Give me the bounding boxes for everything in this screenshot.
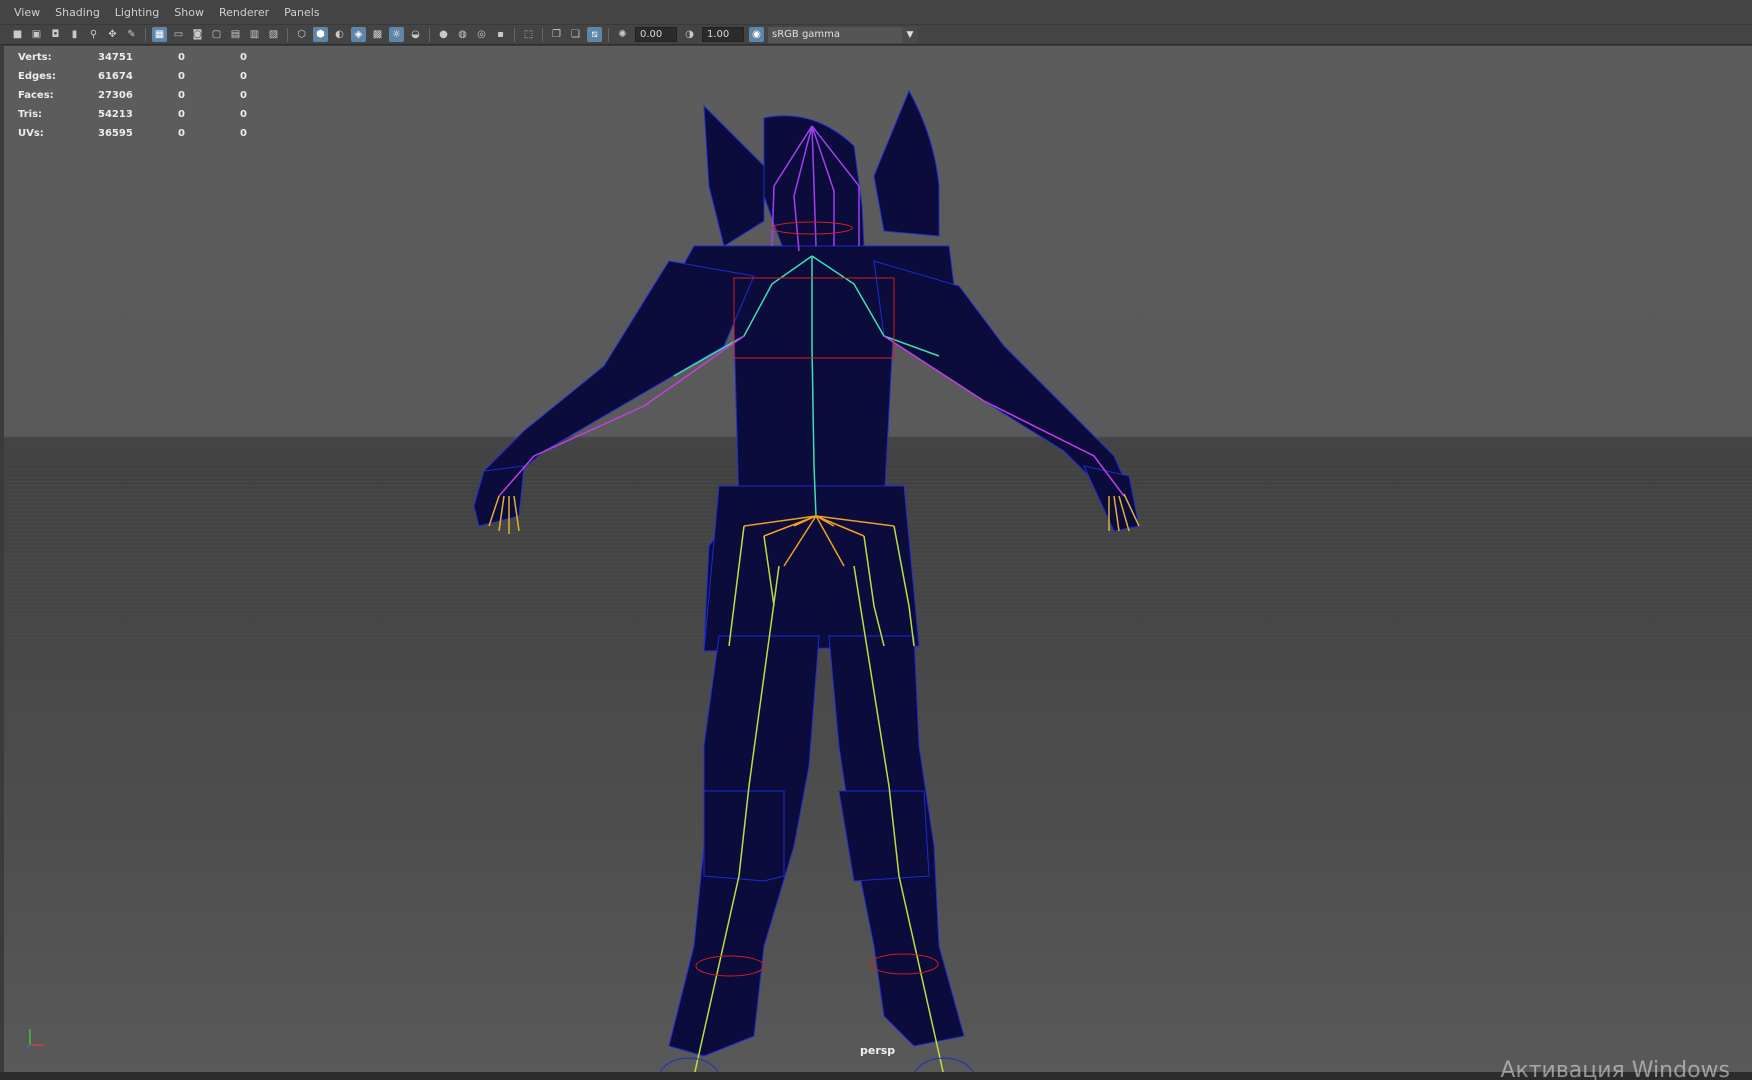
gate-mask-icon[interactable]: ▢ (209, 27, 224, 42)
hud-value: 0 (240, 128, 247, 139)
hud-value: 0 (178, 90, 185, 101)
hud-value: 61674 (98, 71, 133, 82)
hud-value: 36595 (98, 128, 133, 139)
anti-aliasing-icon[interactable]: ◎ (474, 27, 489, 42)
chevron-down-icon[interactable]: ▼ (902, 26, 918, 43)
safe-action-icon[interactable]: ▥ (247, 27, 262, 42)
menu-show[interactable]: Show (168, 6, 213, 19)
perspective-viewport[interactable]: Verts: 34751 0 0 Edges: 61674 0 0 Faces:… (4, 46, 1752, 1072)
view-transform-select[interactable]: sRGB gamma ▼ (768, 26, 918, 43)
right-hand-mesh (1083, 465, 1140, 532)
hud-row-edges: Edges: 61674 0 0 (18, 67, 270, 86)
belt-skirt-mesh (703, 485, 920, 652)
right-foot-ik-circle (914, 1057, 974, 1072)
xray-active-components-icon[interactable]: ❏ (568, 27, 583, 42)
textured-icon[interactable]: ▩ (370, 27, 385, 42)
grease-pencil-icon[interactable]: ✎ (124, 27, 139, 42)
film-gate-icon[interactable]: ▭ (171, 27, 186, 42)
wireframe-on-shaded-icon[interactable]: ◈ (351, 27, 366, 42)
activation-watermark: Активация Windows (1500, 1058, 1730, 1080)
camera-icon[interactable]: ■ (10, 27, 25, 42)
hud-value: 0 (178, 109, 185, 120)
right-arm-mesh (873, 260, 1135, 502)
left-foot-ik-circle (659, 1057, 719, 1072)
poly-count-hud: Verts: 34751 0 0 Edges: 61674 0 0 Faces:… (18, 48, 270, 143)
xray-joints-icon[interactable]: ⧅ (587, 27, 602, 42)
collar-left (703, 104, 765, 247)
menu-lighting[interactable]: Lighting (109, 6, 168, 19)
hud-value: 34751 (98, 52, 133, 63)
toolbar-separator (287, 27, 288, 42)
toolbar-separator (608, 27, 609, 42)
color-management-icon[interactable]: ◉ (749, 27, 764, 42)
hud-value: 0 (178, 52, 185, 63)
exposure-icon[interactable]: ✺ (615, 27, 630, 42)
hud-label: UVs: (18, 128, 44, 139)
menu-shading[interactable]: Shading (49, 6, 109, 19)
menu-view[interactable]: View (8, 6, 49, 19)
hud-row-faces: Faces: 27306 0 0 (18, 86, 270, 105)
time-slider[interactable] (0, 1072, 1752, 1080)
two-d-pan-icon[interactable]: ✥ (105, 27, 120, 42)
hud-row-verts: Verts: 34751 0 0 (18, 48, 270, 67)
lights-icon[interactable]: ☼ (389, 27, 404, 42)
field-chart-icon[interactable]: ▤ (228, 27, 243, 42)
hud-value: 54213 (98, 109, 133, 120)
hud-label: Faces: (18, 90, 54, 101)
hud-value: 0 (178, 71, 185, 82)
character-rig[interactable] (4, 46, 1752, 1072)
shadows-icon[interactable]: ◒ (408, 27, 423, 42)
viewport-toolbar: ■ ▣ ◘ ▮ ⚲ ✥ ✎ ▦ ▭ ◙ ▢ ▤ ▥ ▧ ⬡ ⬢ ◐ ◈ ▩ ☼ … (0, 25, 1752, 45)
toolbar-separator (514, 27, 515, 42)
menu-panels[interactable]: Panels (278, 6, 328, 19)
hud-row-tris: Tris: 54213 0 0 (18, 105, 270, 124)
toolbar-separator (429, 27, 430, 42)
viewport-menubar: View Shading Lighting Show Renderer Pane… (0, 0, 1752, 25)
isolate-select-icon[interactable]: ⬚ (521, 27, 536, 42)
camera-attributes-icon[interactable]: ▣ (29, 27, 44, 42)
default-material-icon[interactable]: ◐ (332, 27, 347, 42)
hud-value: 0 (240, 71, 247, 82)
hud-row-uvs: UVs: 36595 0 0 (18, 124, 270, 143)
camera-tools-icon[interactable]: ◘ (48, 27, 63, 42)
motion-blur-icon[interactable]: ◍ (455, 27, 470, 42)
xray-icon[interactable]: ❐ (549, 27, 564, 42)
depth-of-field-icon[interactable]: ▪ (493, 27, 508, 42)
hud-value: 0 (240, 109, 247, 120)
grid-icon[interactable]: ▦ (152, 27, 167, 42)
gamma-field[interactable]: 1.00 (702, 27, 744, 42)
wireframe-icon[interactable]: ⬡ (294, 27, 309, 42)
safe-title-icon[interactable]: ▧ (266, 27, 281, 42)
resolution-gate-icon[interactable]: ◙ (190, 27, 205, 42)
smooth-shade-icon[interactable]: ⬢ (313, 27, 328, 42)
hud-value: 27306 (98, 90, 133, 101)
hud-value: 0 (240, 90, 247, 101)
toolbar-separator (145, 27, 146, 42)
hud-label: Tris: (18, 109, 43, 120)
bookmark-icon[interactable]: ▮ (67, 27, 82, 42)
hud-value: 0 (240, 52, 247, 63)
hud-label: Verts: (18, 52, 52, 63)
ambient-occlusion-icon[interactable]: ● (436, 27, 451, 42)
right-boot-mesh (838, 790, 930, 882)
exposure-field[interactable]: 0.00 (635, 27, 677, 42)
hud-value: 0 (178, 128, 185, 139)
camera-name-label: persp (860, 1044, 896, 1057)
hud-label: Edges: (18, 71, 56, 82)
view-transform-value: sRGB gamma (772, 29, 841, 40)
collar-right (873, 89, 940, 237)
view-axis-icon (25, 1029, 44, 1050)
gamma-icon[interactable]: ◑ (682, 27, 697, 42)
image-plane-icon[interactable]: ⚲ (86, 27, 101, 42)
toolbar-separator (542, 27, 543, 42)
menu-renderer[interactable]: Renderer (213, 6, 278, 19)
character-mesh (473, 89, 1140, 1057)
